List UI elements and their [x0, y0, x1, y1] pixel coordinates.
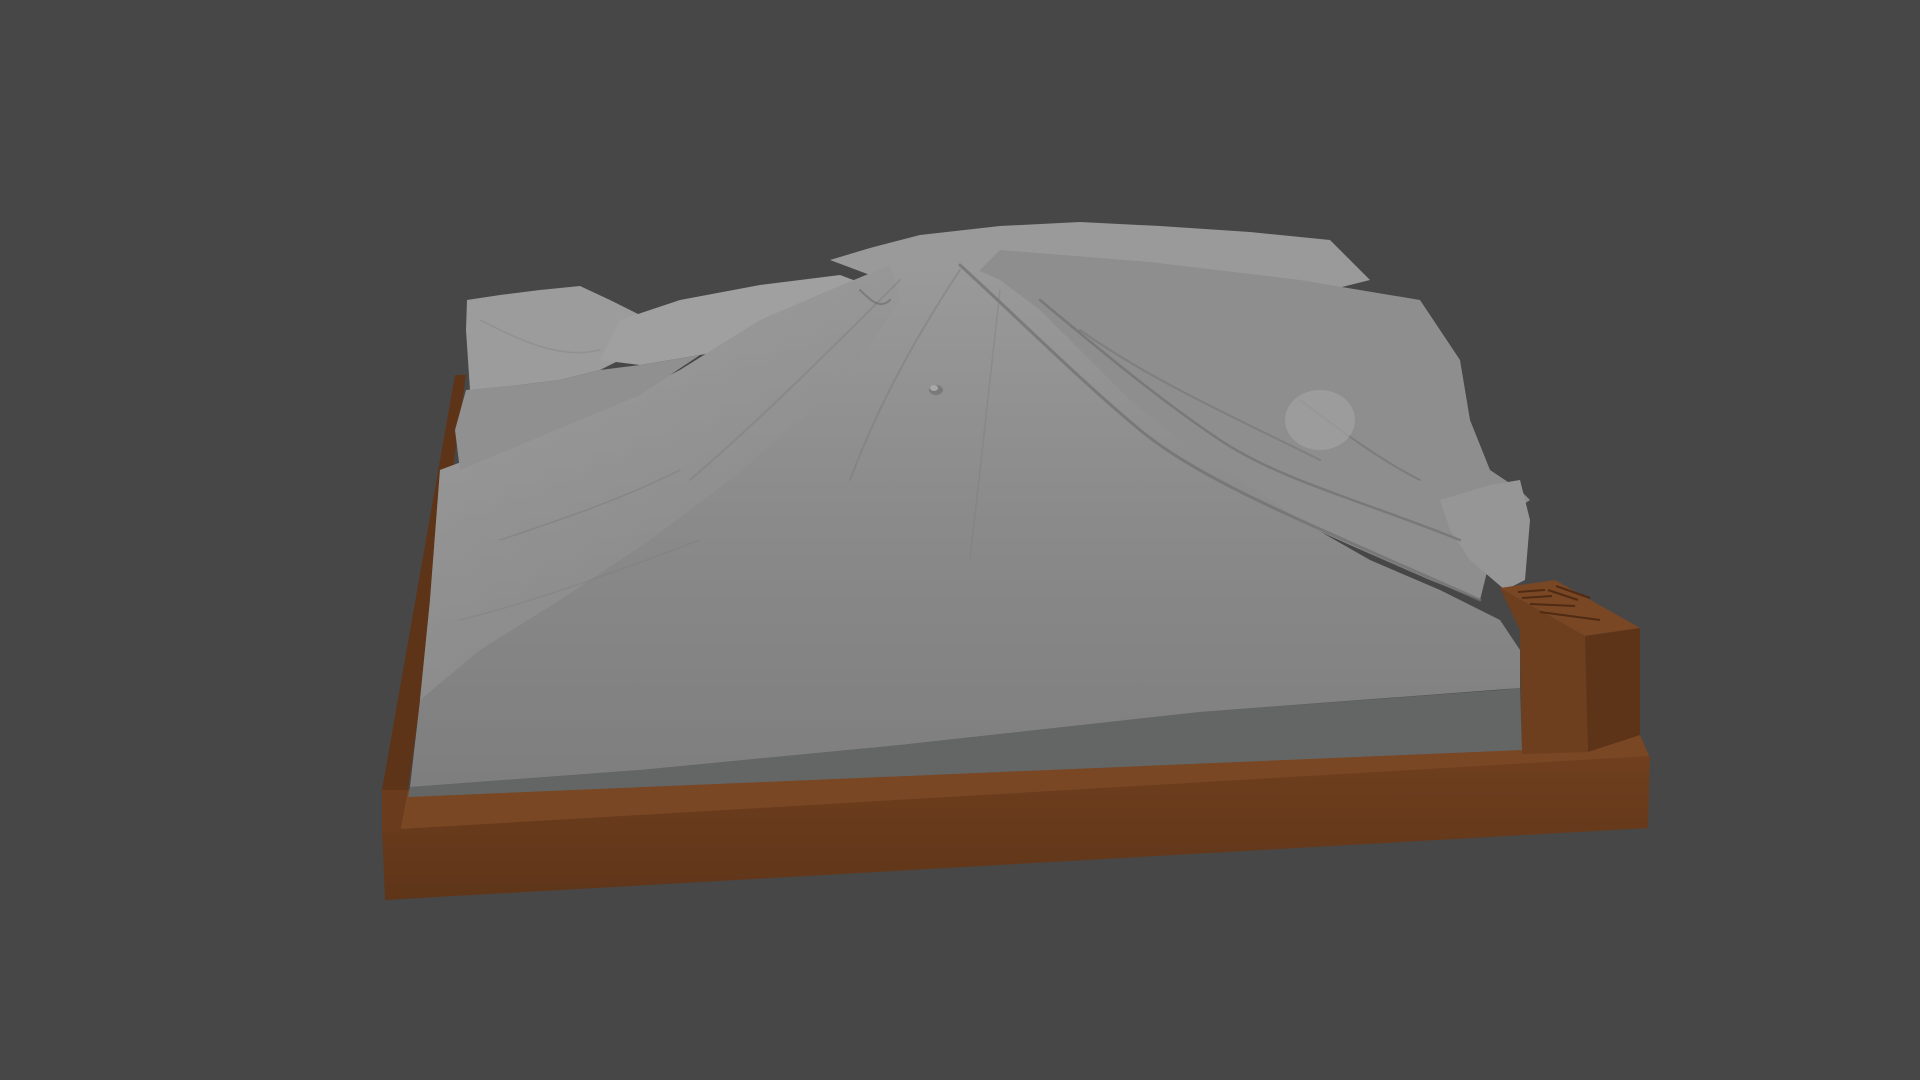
terrain-model-scene [382, 222, 1650, 900]
3d-viewport[interactable] [0, 0, 1920, 1080]
side-hill [1285, 390, 1355, 450]
summit-crater-rim [930, 385, 938, 391]
label-block-side [1585, 628, 1640, 752]
